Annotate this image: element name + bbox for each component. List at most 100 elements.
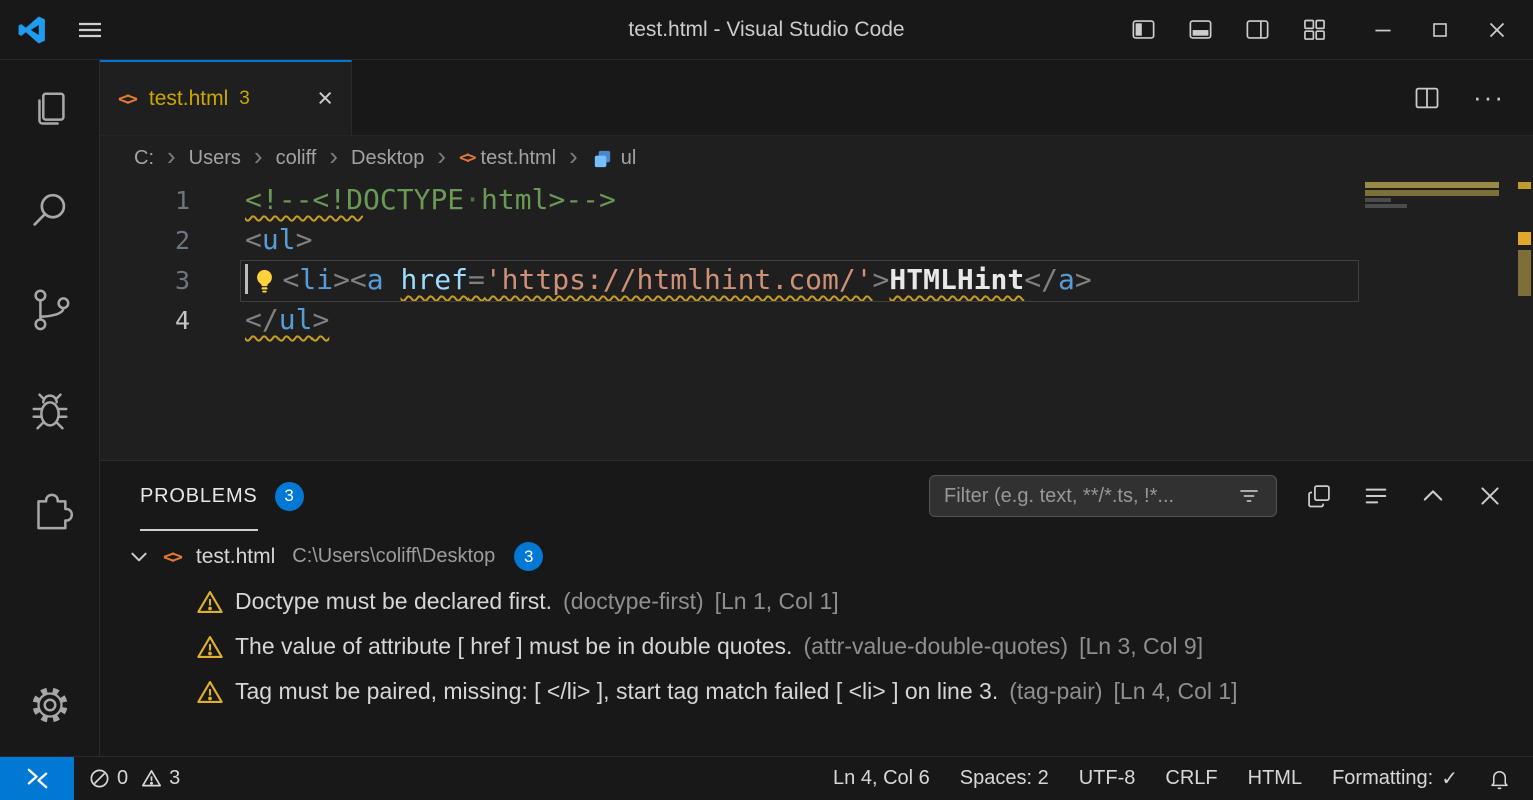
problem-rule: (tag-pair) — [1009, 678, 1102, 705]
line-number: 4 — [100, 306, 245, 335]
code-token: > — [1075, 263, 1092, 296]
toggle-panel-icon[interactable] — [1186, 16, 1214, 44]
cursor-position[interactable]: Ln 4, Col 6 — [818, 767, 945, 790]
code-line[interactable]: 4</ul> — [100, 300, 1533, 340]
tab-problem-badge: 3 — [239, 88, 250, 110]
code-line[interactable]: 2<ul> — [100, 220, 1533, 260]
code-token: li — [299, 263, 333, 296]
search-icon[interactable] — [25, 186, 75, 236]
editor-group: <> test.html 3 × ··· C: › Users › coliff › Des… — [100, 60, 1533, 756]
problems-tab-label: PROBLEMS — [140, 461, 258, 531]
maximize-button[interactable] — [1426, 16, 1454, 44]
eol-status[interactable]: CRLF — [1150, 767, 1232, 790]
problem-position: [Ln 1, Col 1] — [715, 588, 839, 615]
breadcrumb-item-users[interactable]: Users — [189, 147, 241, 170]
run-debug-icon[interactable] — [25, 385, 75, 435]
code-text[interactable]: <ul> — [245, 220, 312, 260]
editor-lines: 1<!--<!DOCTYPE·html>-->2<ul>3<li><a href… — [100, 180, 1533, 340]
code-token: ul — [279, 303, 313, 336]
chevron-down-icon[interactable] — [128, 546, 150, 568]
tab-close-icon[interactable]: × — [317, 85, 333, 112]
problem-row[interactable]: Doctype must be declared first.(doctype-… — [100, 579, 1533, 624]
status-bar: 0 3 Ln 4, Col 6 Spaces: 2 UTF-8 CRLF HTM… — [0, 756, 1533, 800]
code-token: a — [1058, 263, 1075, 296]
view-mode-icon[interactable] — [1304, 481, 1334, 511]
minimap[interactable] — [1363, 180, 1505, 460]
notifications-bell-icon[interactable] — [1473, 767, 1533, 790]
code-text[interactable]: </ul> — [245, 300, 329, 340]
html-file-icon: <> — [118, 88, 138, 110]
tab-problems[interactable]: PROBLEMS 3 — [140, 461, 304, 531]
problem-message: Doctype must be declared first. — [235, 588, 552, 615]
toggle-secondary-sidebar-icon[interactable] — [1243, 16, 1271, 44]
indentation-status[interactable]: Spaces: 2 — [945, 767, 1064, 790]
code-text[interactable]: <!--<!DOCTYPE·html>--> — [245, 180, 616, 220]
line-number: 3 — [100, 266, 245, 295]
breadcrumb-item-c-[interactable]: C: — [134, 147, 154, 170]
check-icon: ✓ — [1441, 766, 1458, 791]
extensions-icon[interactable] — [25, 484, 75, 534]
breadcrumb-label: Desktop — [351, 147, 424, 170]
problem-row[interactable]: The value of attribute [ href ] must be … — [100, 624, 1533, 669]
code-token: > — [312, 303, 329, 336]
line-number: 1 — [100, 186, 245, 215]
code-line[interactable]: 1<!--<!DOCTYPE·html>--> — [100, 180, 1533, 220]
line-number: 2 — [100, 226, 245, 255]
breadcrumb-item-ul[interactable]: ul — [591, 147, 637, 170]
breadcrumb-label: test.html — [481, 147, 557, 170]
problems-list: Doctype must be declared first.(doctype-… — [100, 579, 1533, 714]
code-token: · — [464, 183, 481, 216]
code-token: </ — [1024, 263, 1058, 296]
split-editor-icon[interactable] — [1413, 84, 1441, 112]
minimap-line — [1365, 198, 1391, 202]
breadcrumb-label: Users — [189, 147, 241, 170]
more-actions-icon[interactable]: ··· — [1473, 82, 1505, 113]
customize-layout-icon[interactable] — [1300, 16, 1328, 44]
chevron-right-icon: › — [569, 143, 578, 169]
close-window-button[interactable] — [1483, 16, 1511, 44]
breadcrumb-item-test-html[interactable]: <>test.html — [459, 147, 556, 170]
tab-bar: <> test.html 3 × ··· — [100, 60, 1533, 136]
language-mode[interactable]: HTML — [1233, 767, 1317, 790]
code-token: html>--> — [481, 183, 616, 216]
code-editor[interactable]: 1<!--<!DOCTYPE·html>-->2<ul>3<li><a href… — [100, 180, 1533, 460]
problem-row[interactable]: Tag must be paired, missing: [ </li> ], … — [100, 669, 1533, 714]
problems-file-name: test.html — [196, 545, 275, 569]
lightbulb-icon[interactable] — [251, 267, 278, 294]
collapse-all-icon[interactable] — [1361, 481, 1391, 511]
breadcrumb-item-coliff[interactable]: coliff — [276, 147, 317, 170]
code-token: <!--<!D — [245, 183, 363, 216]
problems-file-row[interactable]: <> test.html C:\Users\coliff\Desktop 3 — [100, 534, 1533, 579]
maximize-panel-icon[interactable] — [1418, 481, 1448, 511]
menu-icon[interactable] — [76, 16, 104, 44]
file-problems-badge: 3 — [514, 542, 543, 571]
minimap-line — [1365, 190, 1499, 196]
remote-indicator[interactable] — [0, 757, 74, 800]
problems-filter-input[interactable] — [942, 484, 1226, 509]
problems-status[interactable]: 0 3 — [74, 767, 195, 790]
settings-gear-icon[interactable] — [25, 680, 75, 730]
code-text[interactable]: <li><a href='https://htmlhint.com/'>HTML… — [245, 260, 1092, 300]
encoding-status[interactable]: UTF-8 — [1064, 767, 1151, 790]
minimize-button[interactable] — [1369, 16, 1397, 44]
formatting-status[interactable]: Formatting: ✓ — [1317, 766, 1473, 791]
chevron-right-icon: › — [329, 143, 338, 169]
problem-message: The value of attribute [ href ] must be … — [235, 633, 792, 660]
explorer-icon[interactable] — [25, 86, 75, 136]
code-token: > — [296, 223, 313, 256]
filter-icon — [1234, 481, 1264, 511]
warning-icon — [196, 678, 224, 706]
code-token: = — [468, 263, 485, 296]
breadcrumb-label: C: — [134, 147, 154, 170]
toggle-primary-sidebar-icon[interactable] — [1129, 16, 1157, 44]
chevron-right-icon: › — [167, 143, 176, 169]
vscode-window: test.html - Visual Studio Code — [0, 0, 1533, 800]
code-token: > — [873, 263, 890, 296]
problems-panel: PROBLEMS 3 — [100, 460, 1533, 756]
source-control-icon[interactable] — [25, 283, 75, 333]
close-panel-icon[interactable] — [1475, 481, 1505, 511]
tab-test-html[interactable]: <> test.html 3 × — [100, 60, 352, 135]
breadcrumb-item-desktop[interactable]: Desktop — [351, 147, 424, 170]
code-line[interactable]: 3<li><a href='https://htmlhint.com/'>HTM… — [100, 260, 1533, 300]
tab-label: test.html — [149, 87, 228, 111]
